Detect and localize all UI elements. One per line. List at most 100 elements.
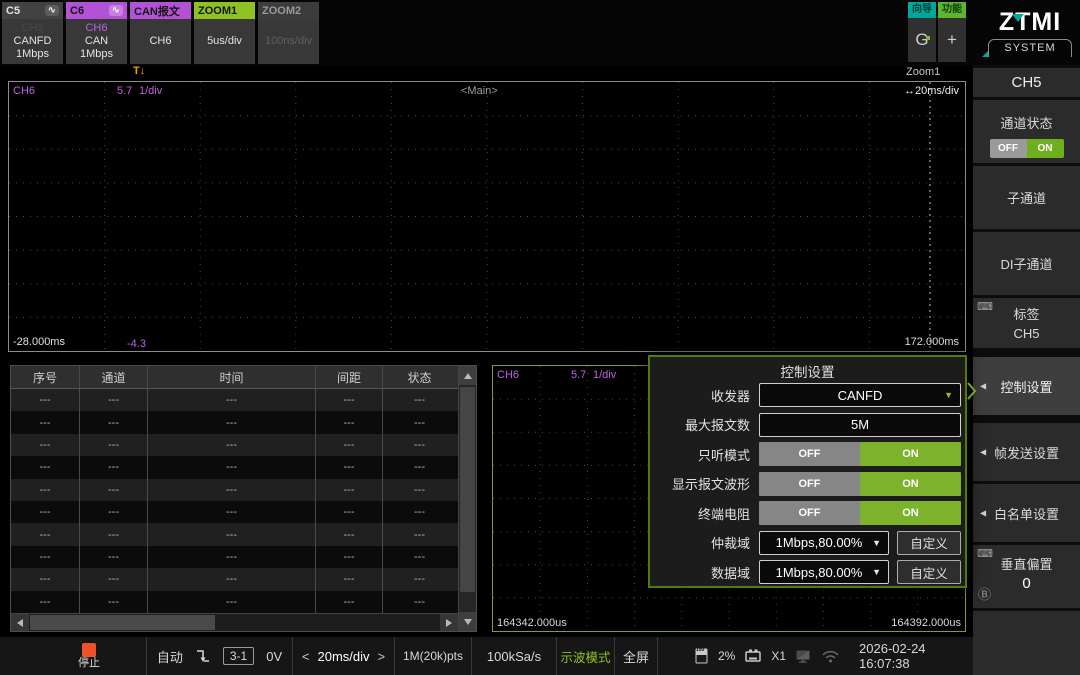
data-field-label: 数据域 xyxy=(650,563,759,582)
scroll-down-button[interactable] xyxy=(459,612,476,631)
zoom-time-right: 164392.000us xyxy=(891,617,961,629)
stop-indicator[interactable]: 停止 xyxy=(78,643,100,669)
table-cell: --- xyxy=(316,591,383,613)
table-row[interactable]: --------------- xyxy=(11,591,458,613)
table-row[interactable]: --------------- xyxy=(11,479,458,501)
table-row[interactable]: --------------- xyxy=(11,456,458,478)
brand-logo: ZTMI SYSTEM xyxy=(982,8,1078,57)
table-row[interactable]: --------------- xyxy=(11,389,458,411)
main-grid xyxy=(9,82,965,351)
table-cell: --- xyxy=(383,389,456,411)
channel-status-label: 通道状态 xyxy=(973,100,1080,132)
table-cell: --- xyxy=(11,434,80,456)
tab-c6-protocol: CAN xyxy=(85,35,108,48)
listen-only-off-button[interactable]: OFF xyxy=(759,442,860,466)
dropdown-caret-icon: ▼ xyxy=(944,390,953,400)
table-cell: --- xyxy=(316,568,383,590)
wizard-icon-dot xyxy=(926,36,930,40)
tab-zoom2[interactable]: ZOOM2 100ns/div xyxy=(258,2,319,64)
arrow-left-icon xyxy=(17,619,23,627)
wizard-button[interactable]: 向导 G xyxy=(908,2,936,62)
channel-status-on-button[interactable]: ON xyxy=(1027,139,1064,158)
sidebar-item-channel-status: 通道状态 OFF ON xyxy=(973,100,1080,163)
scroll-right-button[interactable] xyxy=(440,614,458,631)
transceiver-dropdown[interactable]: CANFD ▼ xyxy=(759,383,961,407)
brand-logo-triangle-icon xyxy=(1012,14,1024,22)
table-cell: --- xyxy=(383,546,456,568)
dropdown-caret-icon: ▼ xyxy=(872,567,881,577)
timebase-value[interactable]: 20ms/div xyxy=(317,649,369,664)
tab-c5[interactable]: C5 ∿ CH5 CANFD 1Mbps xyxy=(2,2,63,64)
listen-only-on-button[interactable]: ON xyxy=(860,442,961,466)
sidebar-item-control-settings[interactable]: ◀ 控制设置 xyxy=(973,357,1080,415)
data-field-custom-button[interactable]: 自定义 xyxy=(897,560,961,584)
data-field-dropdown[interactable]: 1Mbps,80.00% ▼ xyxy=(759,560,889,584)
table-row[interactable]: --------------- xyxy=(11,568,458,590)
external-display-icon xyxy=(795,649,812,664)
trigger-level-label[interactable]: 0V xyxy=(266,649,282,664)
horizontal-scroll-thumb[interactable] xyxy=(30,615,215,630)
scope-mode-button[interactable]: 示波模式 xyxy=(557,637,615,675)
sidebar-item-whitelist-settings[interactable]: ◀ 白名单设置 xyxy=(973,484,1080,542)
channel-status-off-button[interactable]: OFF xyxy=(990,139,1027,158)
show-frame-wave-on-button[interactable]: ON xyxy=(860,472,961,496)
scroll-up-button[interactable] xyxy=(459,366,476,385)
terminal-resistor-off-button[interactable]: OFF xyxy=(759,501,860,525)
arbitration-custom-button[interactable]: 自定义 xyxy=(897,531,961,555)
trigger-mode-label[interactable]: 自动 xyxy=(157,647,183,666)
table-row[interactable]: --------------- xyxy=(11,434,458,456)
table-row[interactable]: --------------- xyxy=(11,546,458,568)
table-row[interactable]: --------------- xyxy=(11,523,458,545)
table-cell: --- xyxy=(316,546,383,568)
keyboard-icon: ⌨ xyxy=(977,547,993,560)
vertical-scroll-thumb[interactable] xyxy=(460,387,475,592)
timebase-next-button[interactable]: > xyxy=(378,649,386,664)
trigger-position-marker[interactable]: T↓ xyxy=(133,65,145,77)
table-cell: --- xyxy=(80,501,148,523)
vertical-scrollbar[interactable] xyxy=(458,366,476,631)
table-header-row: 序号 通道 时间 间距 状态 xyxy=(11,366,458,389)
transceiver-label: 收发器 xyxy=(650,386,759,405)
horizontal-scrollbar[interactable] xyxy=(11,613,458,631)
terminal-resistor-on-button[interactable]: ON xyxy=(860,501,961,525)
table-cell: --- xyxy=(11,591,80,613)
column-header: 时间 xyxy=(148,366,316,388)
wizard-label: 向导 xyxy=(908,2,936,18)
oscilloscope-screen: C5 ∿ CH5 CANFD 1Mbps C6 ∿ CH6 CAN 1Mbps xyxy=(0,0,1080,675)
timebase-section: < 20ms/div > xyxy=(293,637,395,675)
sidebar-item-sub-channel[interactable]: 子通道 xyxy=(973,166,1080,229)
scroll-left-button[interactable] xyxy=(11,614,29,631)
wizard-icon: G xyxy=(915,30,928,50)
max-frames-input[interactable]: 5M xyxy=(759,413,961,437)
table-cell: --- xyxy=(80,568,148,590)
arrow-down-icon xyxy=(464,619,472,625)
timebase-prev-button[interactable]: < xyxy=(302,649,310,664)
table-cell: --- xyxy=(11,523,80,545)
tab-c6-channel: CH6 xyxy=(85,22,107,35)
sidebar-item-di-sub-channel[interactable]: DI子通道 xyxy=(973,232,1080,295)
table-row[interactable]: --------------- xyxy=(11,411,458,433)
channel-tabs: C5 ∿ CH5 CANFD 1Mbps C6 ∿ CH6 CAN 1Mbps xyxy=(2,2,319,64)
storage-icon: 150 xyxy=(694,647,709,665)
fullscreen-button[interactable]: 全屏 xyxy=(615,637,658,675)
main-scale-unit: 1/div xyxy=(139,85,162,97)
trigger-edge-icon xyxy=(195,648,211,664)
system-status-section: 150 2% X1 xyxy=(658,637,973,675)
table-cell: --- xyxy=(80,591,148,613)
sidebar-item-vertical-offset[interactable]: ⌨ 垂直偏置 0 Ⓑ xyxy=(973,545,1080,608)
table-row[interactable]: --------------- xyxy=(11,501,458,523)
tab-c6[interactable]: C6 ∿ CH6 CAN 1Mbps xyxy=(66,2,127,64)
table-body: ----------------------------------------… xyxy=(11,389,458,613)
sidebar-item-frame-send-settings[interactable]: ◀ 帧发送设置 xyxy=(973,423,1080,481)
zoom-scale-unit: 1/div xyxy=(593,369,616,381)
sidebar-item-tag[interactable]: ⌨ 标签 CH5 xyxy=(973,298,1080,348)
table-cell: --- xyxy=(316,389,383,411)
tag-value: CH5 xyxy=(973,324,1080,343)
show-frame-wave-off-button[interactable]: OFF xyxy=(759,472,860,496)
tab-zoom1[interactable]: ZOOM1 5us/div xyxy=(194,2,255,64)
trigger-source-badge[interactable]: 3-1 xyxy=(223,647,254,665)
function-button[interactable]: 功能 + xyxy=(938,2,966,62)
tab-can-message[interactable]: CAN报文 CH6 xyxy=(130,2,191,64)
terminal-resistor-label: 终端电阻 xyxy=(650,504,759,523)
arbitration-dropdown[interactable]: 1Mbps,80.00% ▼ xyxy=(759,531,889,555)
